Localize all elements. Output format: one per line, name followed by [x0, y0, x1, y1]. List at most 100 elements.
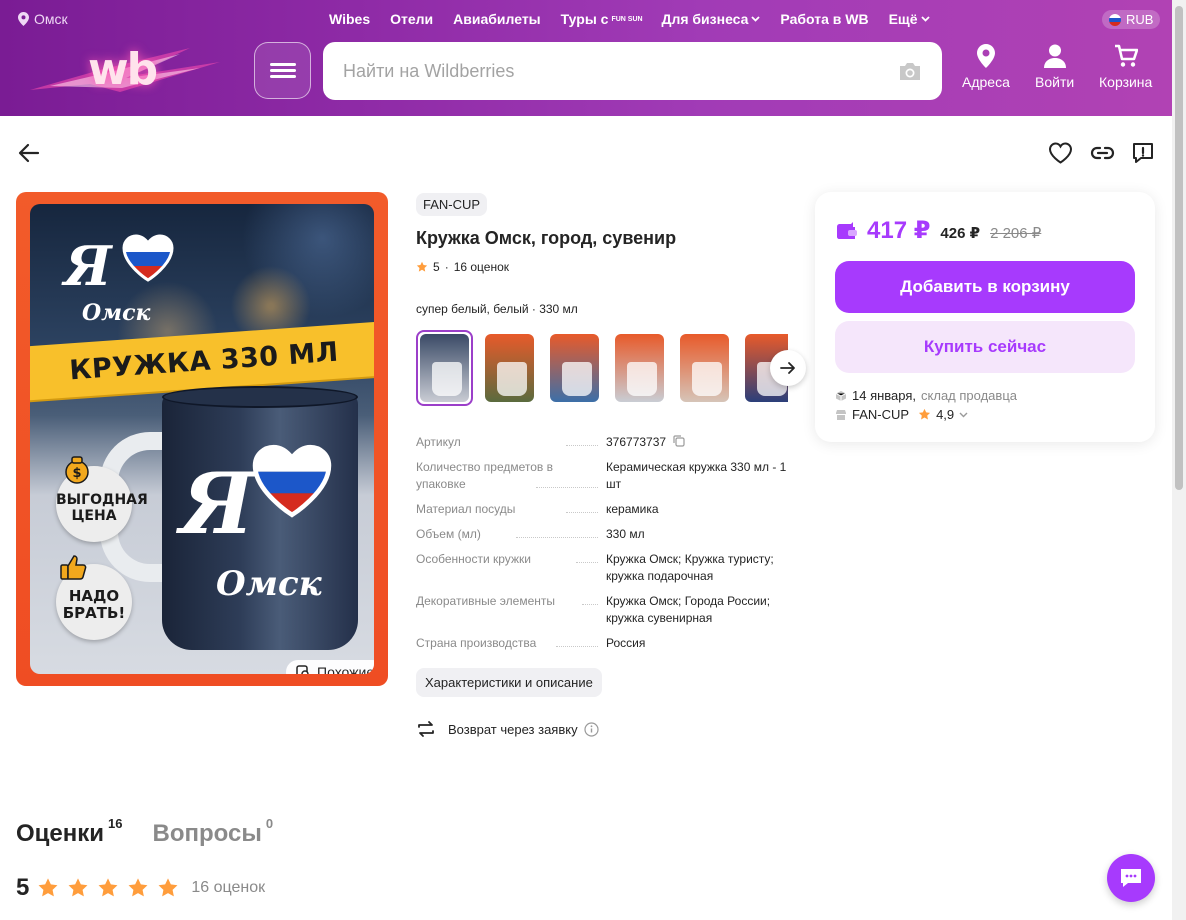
- top-nav: Wibes Отели Авиабилеты Туры с FUN SUN Дл…: [329, 11, 930, 27]
- spec-value: 376773737: [606, 434, 792, 451]
- spec-row: Материал посуды керамика: [416, 501, 788, 526]
- thumbnails-next-button[interactable]: [770, 350, 806, 386]
- spec-value: Керамическая кружка 330 мл - 1 шт: [606, 460, 787, 491]
- buy-now-button[interactable]: Купить сейчас: [835, 321, 1135, 373]
- must-buy-badge: НАДО БРАТЬ!: [56, 555, 132, 640]
- variant-label: супер белый, белый · 330 мл: [416, 302, 578, 316]
- funsun-logo: FUN SUN: [611, 15, 643, 23]
- spec-name: Объем (мл): [416, 527, 481, 541]
- nav-tours[interactable]: Туры с FUN SUN: [561, 11, 643, 27]
- camera-search-icon[interactable]: [897, 58, 923, 84]
- seller-info[interactable]: FAN-CUP 4,9: [835, 407, 968, 422]
- article-number: 376773737: [606, 435, 667, 449]
- delivery-info: 14 января, склад продавца: [835, 388, 1017, 403]
- wallet-icon: [837, 221, 857, 239]
- product-title: Кружка Омск, город, сувенир: [416, 228, 677, 248]
- wallet-price: 417 ₽: [867, 217, 931, 244]
- tab-reviews[interactable]: Оценки 16: [16, 816, 123, 848]
- nav-wibes[interactable]: Wibes: [329, 11, 370, 27]
- russia-heart-icon: [122, 234, 174, 282]
- reviews-tabs: Оценки 16 Вопросы 0: [16, 816, 274, 848]
- heart-icon[interactable]: [1048, 141, 1073, 165]
- spec-row: Артикул 376773737: [416, 434, 788, 459]
- cart-button[interactable]: Корзина: [1099, 44, 1152, 90]
- spec-leader: [536, 487, 598, 488]
- spec-value: Кружка Омск; Города России; кружка сувен…: [606, 594, 771, 625]
- copy-icon[interactable]: [673, 435, 686, 447]
- wb-logo[interactable]: wb: [30, 40, 230, 100]
- nav-work[interactable]: Работа в WB: [780, 11, 868, 27]
- similar-search-icon: [296, 664, 309, 674]
- star-icon: [128, 878, 148, 897]
- mug-city-text: Омск: [216, 564, 322, 604]
- login-button[interactable]: Войти: [1035, 44, 1074, 90]
- tab-reviews-label: Оценки: [16, 820, 105, 847]
- chevron-down-icon[interactable]: [959, 412, 968, 418]
- cart-label: Корзина: [1099, 74, 1153, 90]
- catalog-menu-button[interactable]: [254, 42, 311, 99]
- scrollbar-thumb[interactable]: [1175, 6, 1183, 490]
- product-gallery[interactable]: Я Омск КРУЖКА 330 МЛ Я Омск $ ВЫГОДНАЯ Ц…: [16, 192, 388, 686]
- current-price: 426 ₽: [940, 225, 981, 242]
- spec-leader: [516, 537, 598, 538]
- mug-ya-text: Я: [180, 454, 255, 553]
- spec-leader: [576, 562, 598, 563]
- star-icon: [68, 878, 88, 897]
- report-icon[interactable]: [1131, 141, 1155, 165]
- box-icon: [835, 390, 847, 401]
- chevron-down-icon: [751, 16, 761, 22]
- star-icon: [158, 878, 178, 897]
- page-scrollbar[interactable]: [1172, 0, 1186, 920]
- search-input[interactable]: [323, 42, 942, 100]
- ribbon-text: КРУЖКА 330 МЛ: [68, 336, 340, 386]
- nav-flights[interactable]: Авиабилеты: [453, 11, 541, 27]
- variant-thumbnail[interactable]: [546, 330, 603, 406]
- spec-row: Особенности кружки Кружка Омск; Кружка т…: [416, 551, 788, 593]
- chat-button[interactable]: [1107, 854, 1155, 902]
- return-policy[interactable]: Возврат через заявку: [416, 720, 599, 738]
- variant-thumbnail[interactable]: [481, 330, 538, 406]
- rating-count: 16 оценок: [191, 879, 266, 896]
- spec-value: Кружка Омск; Кружка туристу; кружка пода…: [606, 552, 774, 583]
- arrow-right-icon: [780, 362, 795, 374]
- currency-selector[interactable]: RUB: [1102, 10, 1161, 29]
- login-label: Войти: [1035, 74, 1075, 90]
- back-arrow-icon[interactable]: [18, 142, 40, 164]
- nav-business[interactable]: Для бизнеса: [661, 11, 761, 27]
- rating-summary: 5 16 оценок: [16, 874, 265, 902]
- russia-heart-icon: [252, 444, 332, 518]
- variant-thumbnail[interactable]: [611, 330, 668, 406]
- city-selector[interactable]: Омск: [18, 11, 68, 27]
- nav-business-label: Для бизнеса: [661, 11, 749, 27]
- rating-value: 5: [433, 260, 440, 274]
- variant-thumbnail[interactable]: [676, 330, 733, 406]
- spec-row: Декоративные элементы Кружка Омск; Город…: [416, 593, 788, 635]
- cart-icon: [1114, 44, 1138, 67]
- image-city-text-small: Омск: [82, 300, 151, 326]
- add-to-cart-button[interactable]: Добавить в корзину: [835, 261, 1135, 313]
- addresses-button[interactable]: Адреса: [962, 44, 1010, 90]
- brand-chip[interactable]: FAN-CUP: [416, 193, 488, 216]
- tab-questions[interactable]: Вопросы 0: [153, 816, 274, 848]
- variant-thumbnail[interactable]: [416, 330, 473, 406]
- image-ya-text: Я: [64, 234, 112, 298]
- spec-value: 330 мл: [606, 527, 645, 541]
- characteristics-button[interactable]: Характеристики и описание: [416, 668, 602, 697]
- spec-leader: [556, 646, 598, 647]
- product-rating[interactable]: 5 · 16 оценок: [416, 260, 509, 274]
- delivery-date: 14 января,: [852, 388, 917, 403]
- similar-label: Похожие: [317, 664, 374, 674]
- old-price: 2 206 ₽: [990, 225, 1042, 242]
- variant-thumbnails: [416, 330, 788, 406]
- similar-button[interactable]: Похожие: [286, 660, 374, 674]
- city-label: Омск: [34, 11, 68, 27]
- spec-leader: [566, 445, 598, 446]
- nav-hotels[interactable]: Отели: [390, 11, 433, 27]
- info-icon[interactable]: [583, 721, 599, 737]
- nav-more[interactable]: Ещё: [889, 11, 930, 27]
- return-label: Возврат через заявку: [448, 721, 578, 737]
- user-icon: [1043, 44, 1066, 68]
- delivery-source: склад продавца: [921, 388, 1017, 403]
- share-link-icon[interactable]: [1090, 141, 1115, 165]
- russia-flag-icon: [1109, 13, 1121, 26]
